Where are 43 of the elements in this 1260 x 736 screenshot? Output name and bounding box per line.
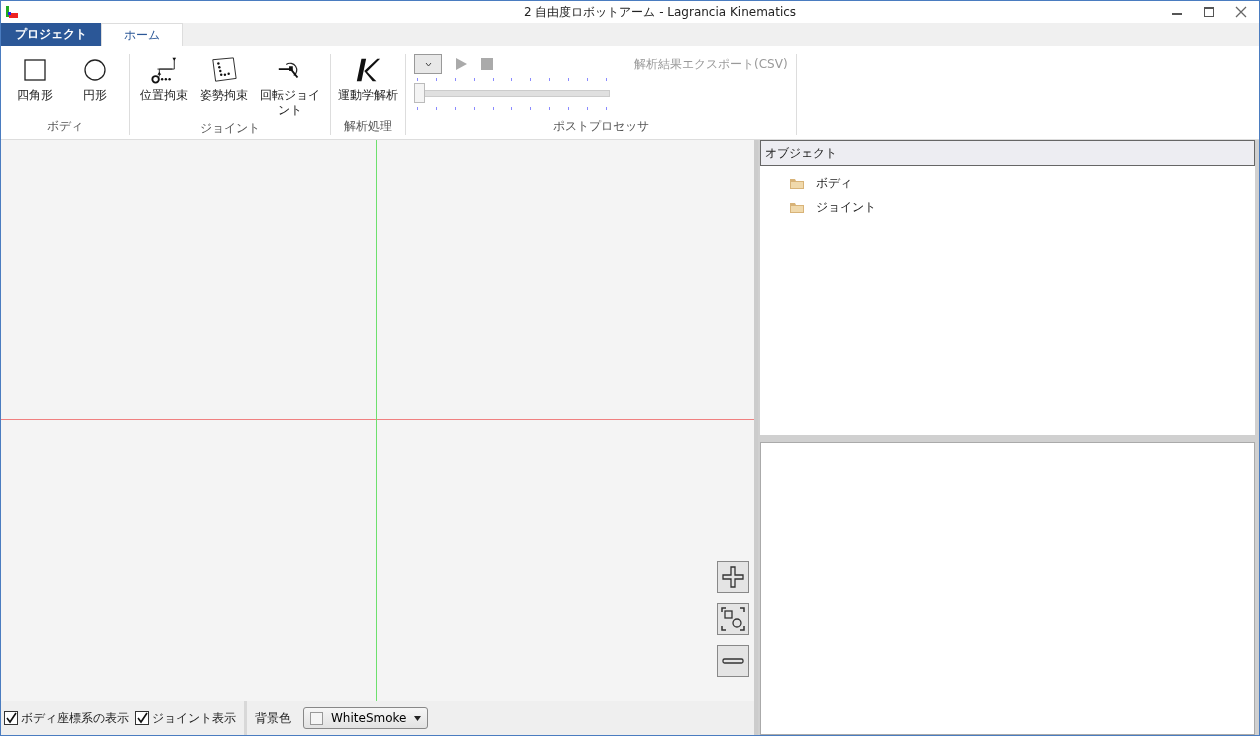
maximize-icon[interactable] <box>1203 6 1215 18</box>
panel-header: オブジェクト <box>760 140 1255 166</box>
zoom-out-button[interactable] <box>717 645 749 677</box>
folder-icon <box>790 201 804 213</box>
ribbon-button[interactable]: 四角形 <box>5 54 65 118</box>
orientation-constraint-icon <box>209 56 239 84</box>
background-color-label: 背景色 <box>255 709 291 727</box>
ribbon-button[interactable]: 回転ジョイント <box>254 54 326 120</box>
checkbox[interactable] <box>4 711 18 725</box>
zoom-fit-button[interactable] <box>717 603 749 635</box>
close-icon[interactable] <box>1235 6 1247 18</box>
checkbox[interactable] <box>135 711 149 725</box>
background-color-dropdown[interactable]: WhiteSmoke <box>303 707 429 729</box>
ribbon-button[interactable]: 運動学解析 <box>335 54 401 118</box>
ribbon-tab[interactable]: プロジェクト <box>1 23 101 46</box>
checkbox-label[interactable]: ボディ座標系の表示 <box>21 709 129 727</box>
fit-view-icon <box>720 606 746 632</box>
group-label: ポストプロセッサ <box>552 118 649 135</box>
tree-item[interactable]: ボディ <box>790 174 1255 192</box>
minus-icon <box>721 658 745 664</box>
group-label: ジョイント <box>200 120 260 137</box>
ribbon-button[interactable]: 姿勢拘束 <box>194 54 254 120</box>
caret-icon <box>424 61 432 67</box>
ribbon-button[interactable]: 位置拘束 <box>134 54 194 120</box>
group-label: 解析処理 <box>344 118 392 135</box>
checkbox-label[interactable]: ジョイント表示 <box>152 709 236 727</box>
group-label: ボディ <box>47 118 83 135</box>
window-title: 2 自由度ロボットアーム - Lagrancia Kinematics <box>522 3 798 21</box>
ribbon-button[interactable]: 円形 <box>65 54 125 118</box>
circle-icon <box>83 56 107 84</box>
zoom-in-button[interactable] <box>717 561 749 593</box>
tree-item[interactable]: ジョイント <box>790 198 1255 216</box>
time-slider[interactable] <box>414 83 610 103</box>
plus-icon <box>721 565 745 589</box>
app-logo-icon <box>5 5 19 19</box>
checkmark-icon <box>136 712 148 724</box>
checkmark-icon <box>5 712 17 724</box>
caret-icon <box>414 715 422 721</box>
position-constraint-icon <box>149 56 179 84</box>
ribbon-tab[interactable]: ホーム <box>101 23 183 46</box>
square-icon <box>23 56 47 84</box>
folder-icon <box>790 177 804 189</box>
slider-thumb[interactable] <box>414 83 425 103</box>
